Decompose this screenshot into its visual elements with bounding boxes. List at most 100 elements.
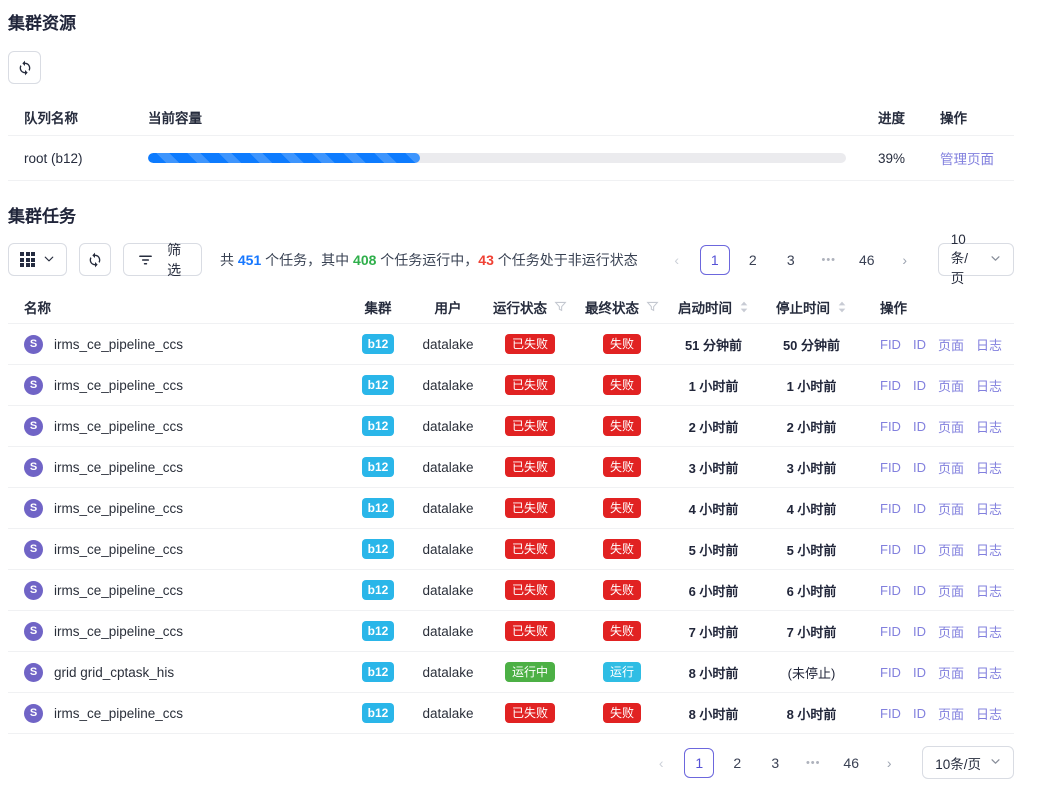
prev-page-button[interactable]: ‹ (646, 748, 676, 778)
manage-page-link[interactable]: 管理页面 (940, 152, 994, 167)
final-status-badge: 运行 (603, 662, 641, 682)
task-name: irms_ce_pipeline_ccs (54, 460, 183, 475)
action-link-fid[interactable]: FID (880, 337, 901, 352)
action-link-日志[interactable]: 日志 (976, 622, 1002, 641)
action-link-页面[interactable]: 页面 (938, 376, 964, 395)
action-link-日志[interactable]: 日志 (976, 581, 1002, 600)
stop-time-sort-icon[interactable] (837, 300, 847, 314)
next-page-button[interactable]: › (874, 748, 904, 778)
action-link-页面[interactable]: 页面 (938, 499, 964, 518)
action-link-日志[interactable]: 日志 (976, 335, 1002, 354)
action-link-页面[interactable]: 页面 (938, 335, 964, 354)
final-status-badge: 失败 (603, 703, 641, 723)
page-ellipsis[interactable]: ••• (814, 245, 844, 275)
row-actions: FID ID 页面日志 (864, 458, 1014, 477)
table-row: S irms_ce_pipeline_ccs b12 datalake 已失败 … (8, 488, 1014, 529)
action-link-fid[interactable]: FID (880, 665, 901, 680)
run-status-badge: 已失败 (505, 580, 555, 600)
spark-app-icon: S (24, 704, 43, 723)
action-link-日志[interactable]: 日志 (976, 376, 1002, 395)
action-link-id[interactable]: ID (913, 501, 926, 516)
chevron-down-icon (990, 755, 1001, 770)
start-time-header: 启动时间 (678, 297, 732, 317)
tasks-summary: 共 451 个任务，其中 408 个任务运行中，43 个任务处于非运行状态 (220, 250, 638, 270)
page-button-2[interactable]: 2 (738, 245, 768, 275)
action-link-页面[interactable]: 页面 (938, 663, 964, 682)
action-link-fid[interactable]: FID (880, 419, 901, 434)
final-status-header: 最终状态 (585, 297, 639, 317)
action-link-id[interactable]: ID (913, 378, 926, 393)
action-link-页面[interactable]: 页面 (938, 540, 964, 559)
run-status-badge: 运行中 (505, 662, 555, 682)
start-time-sort-icon[interactable] (739, 300, 749, 314)
action-link-日志[interactable]: 日志 (976, 704, 1002, 723)
action-link-页面[interactable]: 页面 (938, 458, 964, 477)
action-link-fid[interactable]: FID (880, 378, 901, 393)
next-page-button[interactable]: › (890, 245, 920, 275)
table-row: S grid grid_cptask_his b12 datalake 运行中 … (8, 652, 1014, 693)
table-row: S irms_ce_pipeline_ccs b12 datalake 已失败 … (8, 693, 1014, 734)
filter-button[interactable]: 筛选 (123, 243, 202, 276)
action-link-页面[interactable]: 页面 (938, 704, 964, 723)
action-link-id[interactable]: ID (913, 665, 926, 680)
view-layout-dropdown-button[interactable] (8, 243, 67, 276)
page-button-3[interactable]: 3 (776, 245, 806, 275)
action-link-日志[interactable]: 日志 (976, 663, 1002, 682)
action-link-fid[interactable]: FID (880, 542, 901, 557)
action-link-日志[interactable]: 日志 (976, 458, 1002, 477)
action-link-id[interactable]: ID (913, 337, 926, 352)
tasks-table: 名称 集群 用户 运行状态 最终状态 (8, 290, 1014, 734)
run-status-badge: 已失败 (505, 621, 555, 641)
capacity-progress-fill (148, 153, 420, 163)
page-button-1[interactable]: 1 (684, 748, 714, 778)
action-link-id[interactable]: ID (913, 624, 926, 639)
action-link-页面[interactable]: 页面 (938, 622, 964, 641)
action-link-fid[interactable]: FID (880, 501, 901, 516)
prev-page-button[interactable]: ‹ (662, 245, 692, 275)
page-button-2[interactable]: 2 (722, 748, 752, 778)
tasks-refresh-button[interactable] (79, 243, 111, 276)
table-row: S irms_ce_pipeline_ccs b12 datalake 已失败 … (8, 529, 1014, 570)
action-link-日志[interactable]: 日志 (976, 417, 1002, 436)
action-link-id[interactable]: ID (913, 460, 926, 475)
spark-app-icon: S (24, 622, 43, 641)
final-status-badge: 失败 (603, 334, 641, 354)
page-button-last[interactable]: 46 (836, 748, 866, 778)
action-link-日志[interactable]: 日志 (976, 540, 1002, 559)
task-name: irms_ce_pipeline_ccs (54, 624, 183, 639)
page-ellipsis[interactable]: ••• (798, 748, 828, 778)
action-link-id[interactable]: ID (913, 583, 926, 598)
action-link-fid[interactable]: FID (880, 460, 901, 475)
tasks-table-header: 名称 集群 用户 运行状态 最终状态 (8, 290, 1014, 324)
chevron-down-icon (990, 252, 1001, 267)
start-time: 51 分钟前 (685, 335, 742, 354)
user-name: datalake (422, 583, 473, 598)
page-button-last[interactable]: 46 (852, 245, 882, 275)
page-button-3[interactable]: 3 (760, 748, 790, 778)
cluster-resources-title: 集群资源 (8, 14, 1014, 34)
page-button-1[interactable]: 1 (700, 245, 730, 275)
cluster-badge: b12 (362, 580, 395, 600)
run-status-filter-funnel-icon[interactable] (554, 300, 567, 313)
row-actions: FID ID 页面日志 (864, 581, 1014, 600)
final-status-filter-funnel-icon[interactable] (646, 300, 659, 313)
action-link-日志[interactable]: 日志 (976, 499, 1002, 518)
action-link-id[interactable]: ID (913, 706, 926, 721)
stop-time: (未停止) (788, 663, 836, 682)
stop-time: 5 小时前 (787, 540, 837, 559)
pagination-bottom: ‹ 1 2 3 ••• 46 › 10条/页 (646, 746, 1014, 779)
action-link-fid[interactable]: FID (880, 624, 901, 639)
page-size-select[interactable]: 10条/页 (938, 243, 1014, 276)
table-row: S irms_ce_pipeline_ccs b12 datalake 已失败 … (8, 406, 1014, 447)
action-link-fid[interactable]: FID (880, 583, 901, 598)
action-link-页面[interactable]: 页面 (938, 417, 964, 436)
action-link-id[interactable]: ID (913, 542, 926, 557)
start-time: 7 小时前 (689, 622, 739, 641)
cluster-badge: b12 (362, 662, 395, 682)
action-link-页面[interactable]: 页面 (938, 581, 964, 600)
resources-refresh-button[interactable] (8, 51, 41, 84)
page-size-select[interactable]: 10条/页 (922, 746, 1014, 779)
action-link-id[interactable]: ID (913, 419, 926, 434)
user-name: datalake (422, 378, 473, 393)
action-link-fid[interactable]: FID (880, 706, 901, 721)
